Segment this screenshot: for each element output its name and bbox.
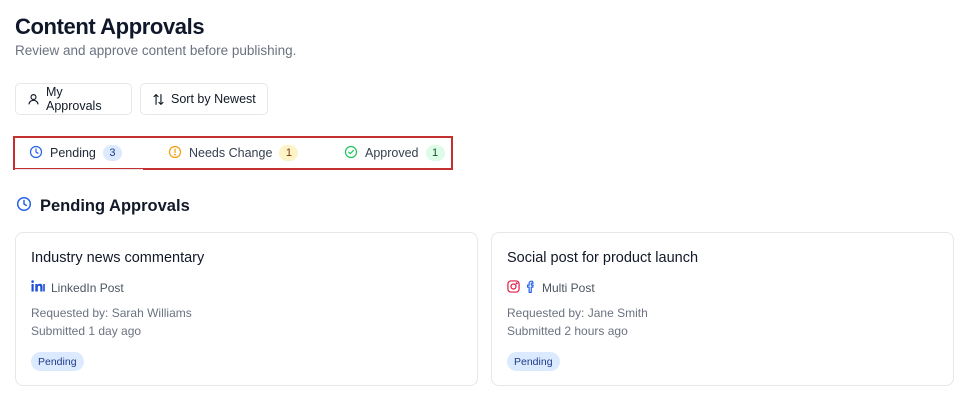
linkedin-icon: [31, 280, 45, 295]
status-badge: Pending: [31, 352, 84, 371]
tab-needs-change-label: Needs Change: [189, 145, 273, 160]
tab-needs-change[interactable]: Needs Change 1: [168, 138, 299, 168]
approval-card[interactable]: Industry news commentary LinkedIn Post R…: [15, 232, 478, 386]
status-badge: Pending: [507, 352, 560, 371]
tab-underline: [15, 169, 143, 170]
tab-approved[interactable]: Approved 1: [344, 138, 445, 168]
tab-pending-count: 3: [102, 145, 122, 161]
my-approvals-button[interactable]: My Approvals: [15, 83, 132, 115]
page-title: Content Approvals: [15, 14, 205, 39]
sort-label: Sort by Newest: [171, 92, 256, 106]
card-title: Industry news commentary: [31, 250, 205, 266]
facebook-icon: [526, 280, 536, 296]
card-requested-by: Requested by: Sarah Williams: [31, 306, 192, 320]
card-title: Social post for product launch: [507, 250, 699, 266]
tab-pending-label: Pending: [50, 145, 96, 160]
card-platform: Multi Post: [507, 280, 595, 296]
page-subtitle: Review and approve content before publis…: [15, 43, 297, 58]
section-title: Pending Approvals: [40, 197, 190, 215]
tab-approved-count: 1: [425, 145, 445, 161]
clock-icon: [16, 196, 32, 217]
card-platform-label: LinkedIn Post: [51, 280, 124, 295]
tab-needs-change-count: 1: [279, 145, 299, 161]
tab-pending[interactable]: Pending 3: [29, 138, 122, 168]
clock-icon: [29, 145, 43, 162]
my-approvals-label: My Approvals: [46, 85, 102, 113]
approval-card[interactable]: Social post for product launch Multi Pos…: [491, 232, 954, 386]
card-platform: LinkedIn Post: [31, 280, 124, 295]
tab-approved-label: Approved: [365, 145, 419, 160]
sort-arrows-icon: [152, 93, 165, 106]
check-circle-icon: [344, 145, 358, 162]
sort-button[interactable]: Sort by Newest: [140, 83, 268, 115]
instagram-icon: [507, 280, 520, 296]
card-submitted: Submitted 2 hours ago: [507, 324, 628, 338]
status-tabs: Pending 3 Needs Change 1 Approved 1: [13, 136, 453, 170]
card-platform-label: Multi Post: [542, 281, 595, 295]
card-requested-by: Requested by: Jane Smith: [507, 306, 648, 320]
section-header: Pending Approvals: [16, 196, 190, 217]
user-icon: [27, 93, 40, 106]
alert-circle-icon: [168, 145, 182, 162]
card-submitted: Submitted 1 day ago: [31, 324, 142, 338]
